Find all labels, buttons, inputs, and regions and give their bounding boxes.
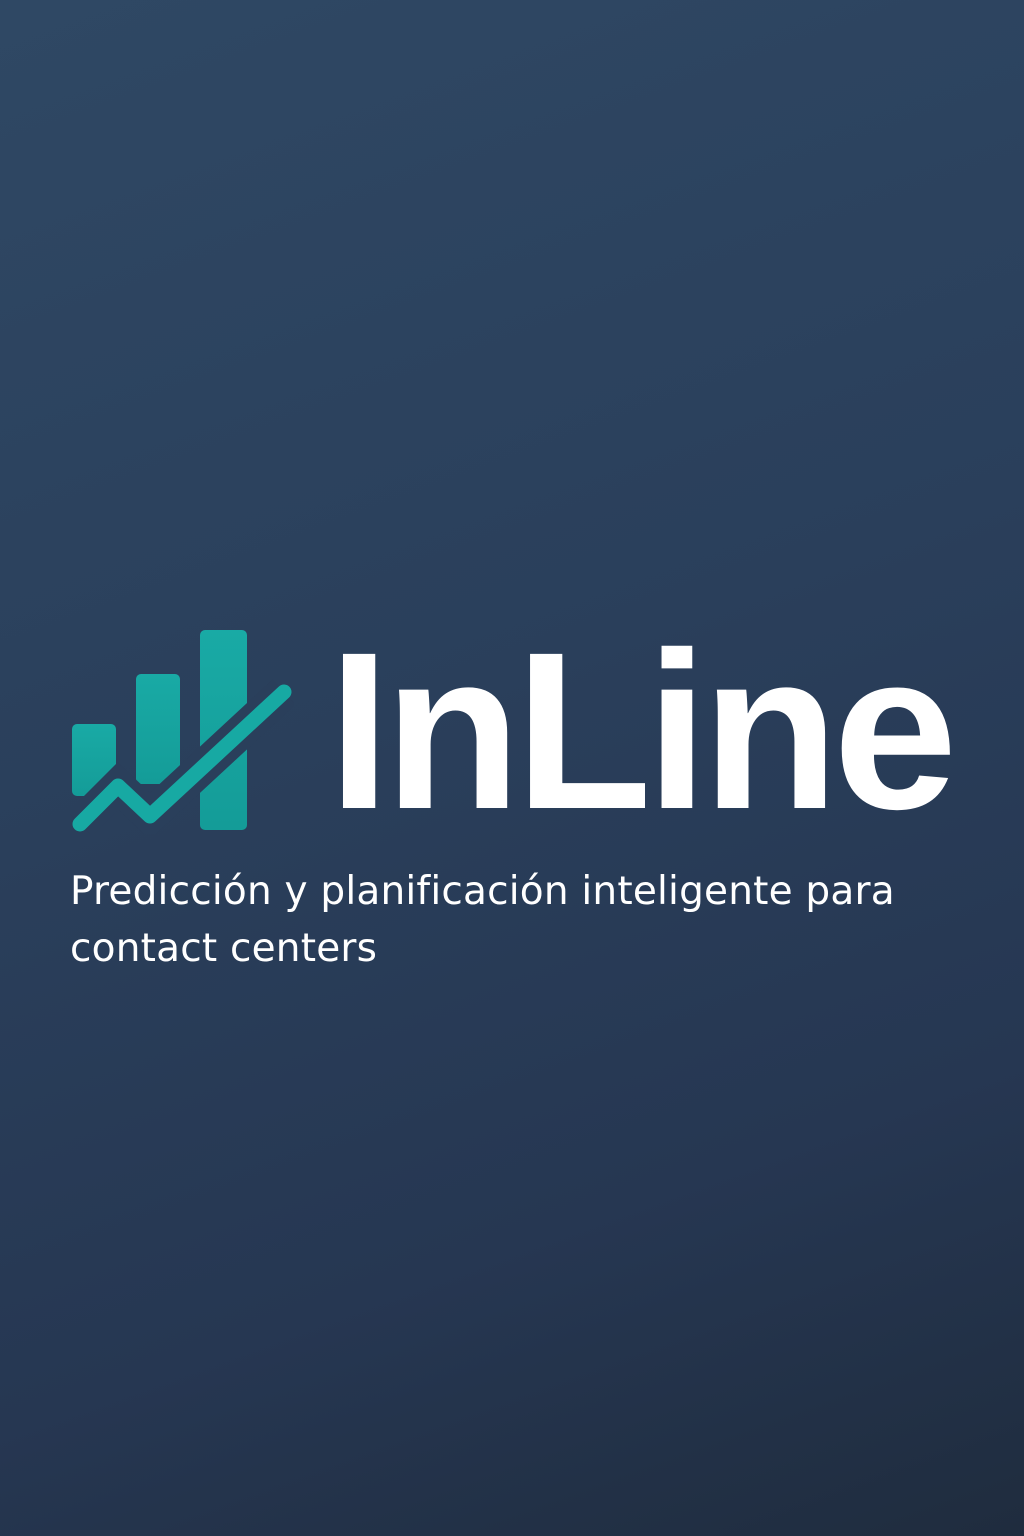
tagline: Predicción y planificación inteligente p… — [70, 869, 895, 971]
brand-lockup: InLine — [70, 606, 970, 856]
brand-wordmark: InLine — [328, 606, 958, 856]
splash-screen: InLine Predicción y planificación inteli… — [0, 0, 1024, 1536]
rising-bar-chart-checkmark-logo-icon — [70, 630, 294, 834]
